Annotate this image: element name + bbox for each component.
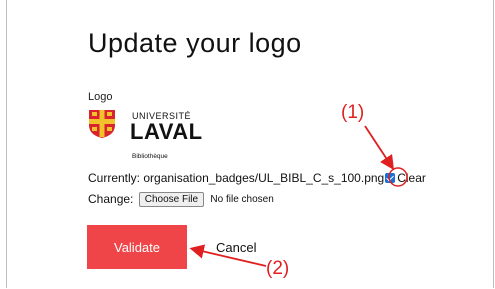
change-file-row: Change: Choose File No file chosen (88, 192, 274, 207)
file-status-text: No file chosen (210, 194, 274, 205)
validate-label: Validate (113, 239, 160, 255)
clear-checkbox[interactable] (385, 173, 396, 183)
current-file-path: organisation_badges/UL_BIBL_C_s_100.png (143, 171, 385, 185)
current-file-row: Currently: organisation_badges/UL_BIBL_C… (88, 171, 426, 185)
logo-subtitle: Bibliothèque (132, 153, 168, 160)
current-label: Currently: (88, 171, 141, 185)
page-title: Update your logo (88, 28, 302, 58)
cancel-link[interactable]: Cancel (216, 240, 256, 255)
clear-label[interactable]: Clear (397, 171, 426, 185)
logo-label: Logo (88, 91, 113, 103)
change-label: Change: (88, 192, 134, 206)
annotation-two: (2) (266, 258, 290, 279)
logo-image: UNIVERSITÉ LAVAL Bibliothèque (88, 105, 218, 163)
shield-crest-icon (89, 110, 115, 138)
logo-laval-text: LAVAL (130, 119, 203, 144)
validate-button[interactable]: Validate (87, 225, 187, 269)
choose-file-button[interactable]: Choose File (138, 192, 205, 207)
annotation-one: (1) (341, 102, 365, 123)
